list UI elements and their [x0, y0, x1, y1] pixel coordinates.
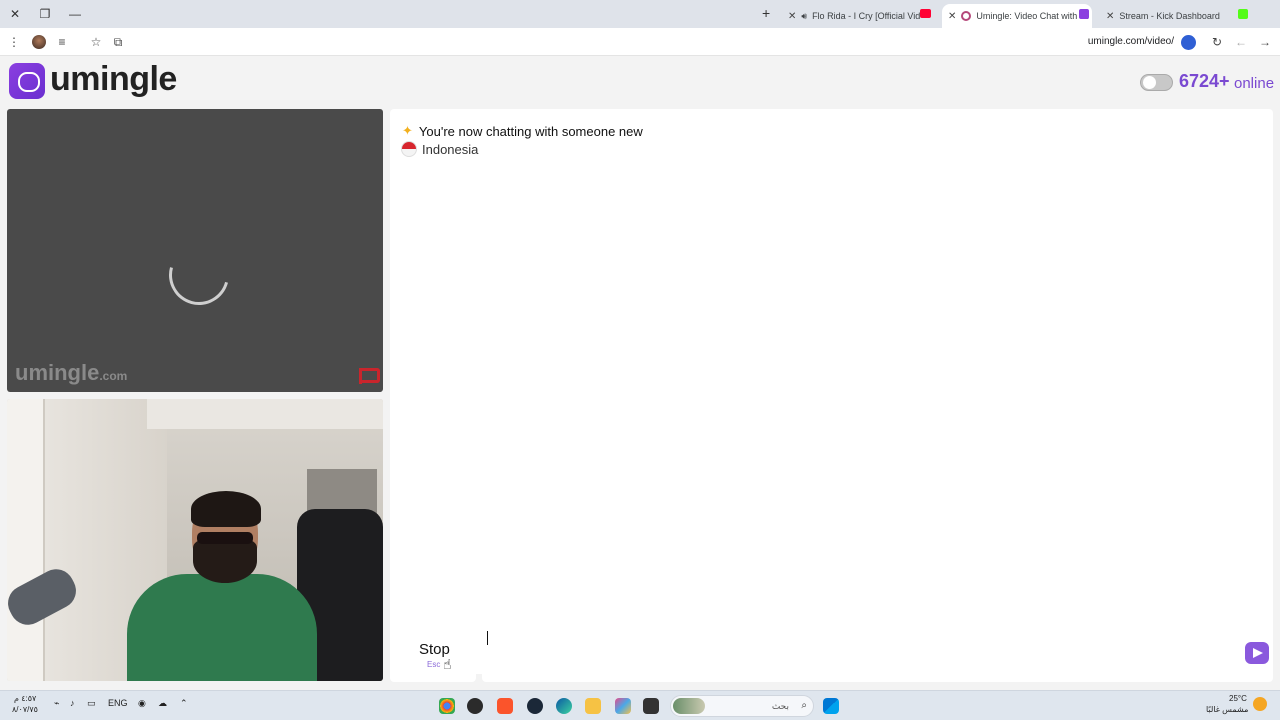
loading-spinner-icon — [158, 234, 240, 316]
webcam-person — [191, 491, 261, 527]
sparkle-icon: ✦ — [402, 123, 413, 138]
clock-date[interactable]: ٨/٠٧/٧٥ — [12, 705, 38, 714]
online-count: 6724+ — [1179, 71, 1230, 91]
language-indicator[interactable]: ENG — [108, 698, 128, 708]
webcam-background — [147, 399, 383, 429]
address-bar: ⋮ ≡ ☆ ⧉ umingle.com/video/ ↻ ← → — [0, 28, 1280, 56]
profile-avatar[interactable] — [32, 35, 46, 49]
tab-umingle[interactable]: ✕ Umingle: Video Chat with St — [942, 4, 1092, 28]
report-flag-icon[interactable] — [359, 368, 380, 384]
tab-close-icon[interactable]: ✕ — [788, 11, 796, 22]
new-tab-icon[interactable]: + — [762, 5, 770, 21]
url-text[interactable]: umingle.com/video/ — [1088, 36, 1174, 47]
online-label: online — [1234, 75, 1275, 92]
reload-icon[interactable]: ↻ — [1209, 34, 1225, 50]
tab-kick-dashboard[interactable]: ✕ Stream - Kick Dashboard — [1100, 4, 1240, 28]
weather-description[interactable]: مشمس غالبًا — [1206, 705, 1248, 714]
stop-button[interactable]: Stop Esc — [390, 624, 476, 682]
tab-title: Umingle: Video Chat with St — [976, 11, 1089, 21]
kick-favicon-icon — [1238, 9, 1248, 19]
audio-icon[interactable]: 🔊︎ — [801, 11, 807, 22]
chat-message-input[interactable] — [482, 624, 1273, 682]
back-arrow-icon[interactable]: ← — [1233, 34, 1249, 50]
partner-country-text: Indonesia — [422, 141, 479, 157]
obs-icon[interactable] — [467, 698, 483, 714]
chat-log: ✦ You're now chatting with someone new I… — [390, 109, 1273, 674]
edge-icon[interactable] — [556, 698, 572, 714]
copilot-icon[interactable] — [615, 698, 631, 714]
taskbar-search[interactable]: بحث ⌕ — [670, 695, 814, 717]
umingle-page: umingle 6724+ online umingle.com ✦ You'r… — [0, 56, 1280, 690]
theme-toggle[interactable] — [1140, 74, 1173, 91]
webcam-person — [193, 539, 257, 583]
chevron-up-icon[interactable]: ⌃ — [180, 698, 188, 709]
webcam-person — [127, 574, 317, 681]
extension-icon — [1079, 9, 1089, 19]
status-message: ✦ You're now chatting with someone new — [402, 123, 643, 139]
weather-sun-icon[interactable] — [1253, 697, 1267, 711]
umingle-favicon-icon — [961, 11, 972, 21]
tab-title: Flo Rida - I Cry [Official Vid — [812, 11, 921, 21]
send-button[interactable] — [1245, 642, 1269, 664]
mouse-pointer-icon: ☝ — [443, 656, 452, 672]
local-webcam-video — [7, 399, 383, 681]
brave-icon[interactable] — [497, 698, 513, 714]
youtube-favicon-icon — [920, 9, 931, 18]
forward-arrow-icon[interactable]: → — [1257, 34, 1273, 50]
partner-country: Indonesia — [401, 141, 478, 157]
browser-tabbar: ✕ ❐ — + ✕ Stream - Kick Dashboard ✕ Umin… — [0, 0, 1280, 28]
logo-text[interactable]: umingle — [50, 60, 177, 99]
remote-video: umingle.com — [7, 109, 383, 392]
status-message-text: You're now chatting with someone new — [418, 123, 643, 139]
file-explorer-icon[interactable] — [585, 698, 601, 714]
webcam-background — [7, 399, 45, 681]
text-caret — [487, 631, 488, 645]
logo-chat-icon[interactable] — [9, 63, 45, 99]
tab-title: Stream - Kick Dashboard — [1119, 11, 1220, 21]
camera-in-use-icon[interactable] — [1181, 35, 1196, 50]
tab-search-icon[interactable]: ≡ — [54, 34, 70, 50]
minimize-window-icon[interactable]: — — [67, 6, 83, 22]
restore-window-icon[interactable]: ❐ — [37, 6, 53, 22]
windows-start-icon[interactable] — [823, 698, 839, 714]
display-icon[interactable]: ▭ — [87, 698, 96, 709]
steam-icon[interactable] — [527, 698, 543, 714]
onedrive-icon[interactable]: ☁ — [158, 698, 167, 709]
windows-taskbar: ٤:٥٧ م ٨/٠٧/٧٥ ⌁ ♪ ▭ ENG ◉ ☁ ⌃ بحث ⌕ 25°… — [0, 690, 1280, 720]
tab-flo-rida[interactable]: ✕ 🔊︎ Flo Rida - I Cry [Official Vid — [782, 4, 932, 28]
menu-kebab-icon[interactable]: ⋮ — [6, 34, 22, 50]
weather-temperature[interactable]: 25°C — [1229, 694, 1247, 703]
webcam-person — [197, 532, 253, 544]
chrome-icon[interactable] — [439, 698, 455, 714]
translate-icon[interactable]: ⧉ — [110, 34, 126, 50]
search-highlight-image — [673, 698, 705, 714]
bookmark-star-icon[interactable]: ☆ — [88, 34, 104, 50]
close-window-icon[interactable]: ✕ — [7, 6, 23, 22]
microphone-icon[interactable]: ◉ — [138, 698, 146, 709]
tab-close-icon[interactable]: ✕ — [948, 11, 956, 22]
indonesia-flag-icon — [401, 141, 417, 157]
tab-close-icon[interactable]: ✕ — [1106, 11, 1114, 22]
network-icon[interactable]: ⌁ — [54, 698, 59, 709]
search-placeholder: بحث — [771, 701, 789, 711]
search-icon: ⌕ — [801, 700, 807, 711]
volume-icon[interactable]: ♪ — [70, 698, 75, 708]
clock-time[interactable]: ٤:٥٧ م — [14, 694, 36, 703]
umingle-watermark: umingle.com — [15, 360, 128, 385]
esc-shortcut-label: Esc — [427, 660, 441, 669]
terminal-icon[interactable] — [643, 698, 659, 714]
